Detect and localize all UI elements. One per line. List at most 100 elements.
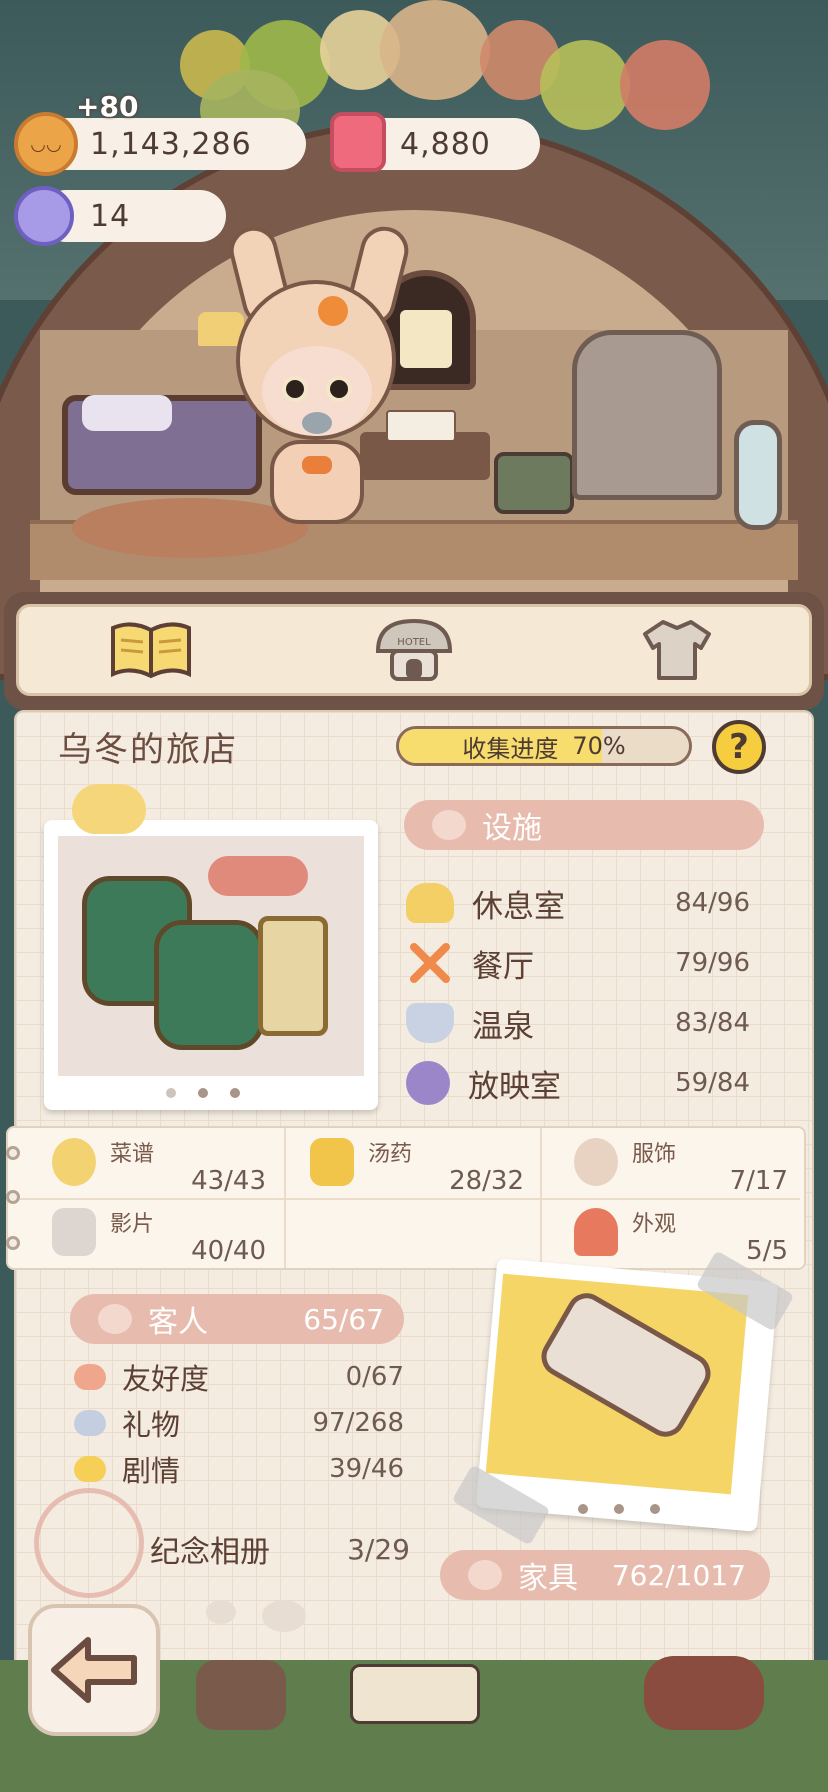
heart-icon	[74, 1456, 106, 1482]
binder-ring	[6, 1236, 20, 1250]
facility-row[interactable]: 餐厅 79/96	[406, 938, 750, 988]
carrot-hairpin	[318, 296, 348, 326]
pager-dot[interactable]	[578, 1504, 588, 1514]
coins-value: 1,143,286	[90, 126, 252, 162]
back-button[interactable]	[28, 1604, 160, 1736]
album-label: 纪念相册	[150, 1535, 270, 1570]
guest-stat-row[interactable]: 剧情 39/46	[74, 1448, 404, 1490]
game-sign	[350, 1664, 480, 1724]
guest-stat-name: 剧情	[122, 1454, 181, 1488]
game-building	[644, 1656, 764, 1730]
candles-value: 4,880	[400, 126, 491, 162]
furniture-header[interactable]: 家具 762/1017	[440, 1550, 770, 1600]
category-costumes[interactable]: 服饰 7/17	[548, 1130, 798, 1200]
progress-label: 收集进度	[462, 734, 559, 763]
category-potions[interactable]: 汤药 28/32	[284, 1130, 534, 1200]
treasure-chest[interactable]	[494, 452, 574, 514]
hotel-icon-text: HOTEL	[397, 637, 431, 648]
pager-dot[interactable]	[230, 1088, 240, 1098]
help-button[interactable]: ?	[712, 720, 766, 774]
guest-stat-count: 39/46	[329, 1454, 404, 1484]
divider	[20, 1198, 800, 1200]
page-title: 乌冬的旅店	[58, 730, 238, 770]
facility-count: 59/84	[675, 1068, 750, 1098]
facility-name: 温泉	[472, 1008, 534, 1045]
memorial-album-row[interactable]: 纪念相册 3/29	[60, 1516, 420, 1582]
open-book	[386, 410, 456, 442]
facility-row[interactable]: 放映室 59/84	[406, 1058, 750, 1108]
guest-stat-name: 友好度	[122, 1362, 210, 1396]
furniture-label: 家具	[518, 1561, 578, 1596]
category-count: 28/32	[449, 1166, 524, 1196]
crystal-icon	[14, 186, 74, 246]
mirror	[734, 420, 782, 530]
category-films[interactable]: 影片 40/40	[26, 1200, 276, 1270]
coin-gain-label: +80	[76, 90, 139, 123]
featured-photo-image	[58, 836, 364, 1076]
paw-icon	[206, 1600, 236, 1624]
pager-dot[interactable]	[650, 1504, 660, 1514]
guest-stat-count: 0/67	[345, 1362, 404, 1392]
guest-stat-count: 97/268	[312, 1408, 404, 1438]
guest-stat-row[interactable]: 友好度 0/67	[74, 1356, 404, 1398]
armchair	[154, 920, 264, 1050]
facility-row[interactable]: 温泉 83/84	[406, 998, 750, 1048]
tab-hotel[interactable]: HOTEL	[339, 610, 489, 690]
category-recipes[interactable]: 菜谱 43/43	[26, 1130, 276, 1200]
album-count: 3/29	[347, 1532, 410, 1566]
character-body[interactable]	[270, 440, 364, 524]
film-reel-icon	[406, 1061, 450, 1105]
pillow	[82, 395, 172, 431]
wardrobe[interactable]	[572, 330, 722, 500]
tree-bubble	[540, 40, 630, 130]
heart-icon	[74, 1410, 106, 1436]
category-name: 外观	[632, 1212, 677, 1237]
tab-collection-book[interactable]	[76, 610, 226, 690]
paw-icon	[98, 1304, 132, 1334]
binder-ring	[6, 1190, 20, 1204]
pager-dot[interactable]	[198, 1088, 208, 1098]
cloud-icon	[406, 883, 454, 923]
collection-progress-bar: 收集进度 70%	[396, 726, 692, 766]
category-count: 7/17	[729, 1166, 788, 1196]
character-eye	[282, 376, 308, 402]
category-name: 汤药	[368, 1142, 413, 1167]
guest-stat-row[interactable]: 礼物 97/268	[74, 1402, 404, 1444]
arrow-left-icon	[51, 1637, 137, 1703]
pager-dot[interactable]	[166, 1088, 176, 1098]
facilities-header-label: 设施	[482, 811, 542, 846]
dish-icon	[52, 1138, 96, 1186]
facility-name: 放映室	[468, 1068, 561, 1105]
facility-name: 休息室	[472, 888, 565, 925]
tab-outfit[interactable]	[602, 610, 752, 690]
furniture-pager	[578, 1504, 660, 1514]
coins-counter[interactable]: 1,143,286	[40, 118, 306, 170]
category-appearance[interactable]: 外观 5/5	[548, 1200, 798, 1270]
drinks	[208, 856, 308, 896]
game-building	[196, 1660, 286, 1730]
cookie-coin-icon: ◡◡	[14, 112, 78, 176]
photo-pager	[166, 1088, 240, 1098]
facility-name: 餐厅	[472, 948, 534, 985]
tab-bar-inner: HOTEL	[16, 604, 812, 696]
clapperboard-icon	[52, 1208, 96, 1256]
pager-dot[interactable]	[614, 1504, 624, 1514]
gems-value: 14	[90, 198, 131, 234]
guests-header-count: 65/67	[303, 1302, 384, 1336]
paw-icon	[262, 1600, 306, 1632]
facility-count: 84/96	[675, 888, 750, 918]
hot-spring-icon	[406, 1003, 454, 1043]
paw-icon	[432, 810, 466, 840]
facility-count: 79/96	[675, 948, 750, 978]
heart-icon	[72, 784, 146, 834]
facility-row[interactable]: 休息室 84/96	[406, 878, 750, 928]
category-count: 5/5	[746, 1236, 788, 1266]
potion-jar-icon	[310, 1138, 354, 1186]
candle-icon	[330, 112, 386, 172]
facility-count: 83/84	[675, 1008, 750, 1038]
facilities-header: 设施	[404, 800, 764, 850]
side-shelf	[258, 916, 328, 1036]
guests-header-label: 客人	[148, 1305, 208, 1340]
category-name: 影片	[110, 1212, 155, 1237]
guests-header[interactable]: 客人 65/67	[70, 1294, 404, 1344]
